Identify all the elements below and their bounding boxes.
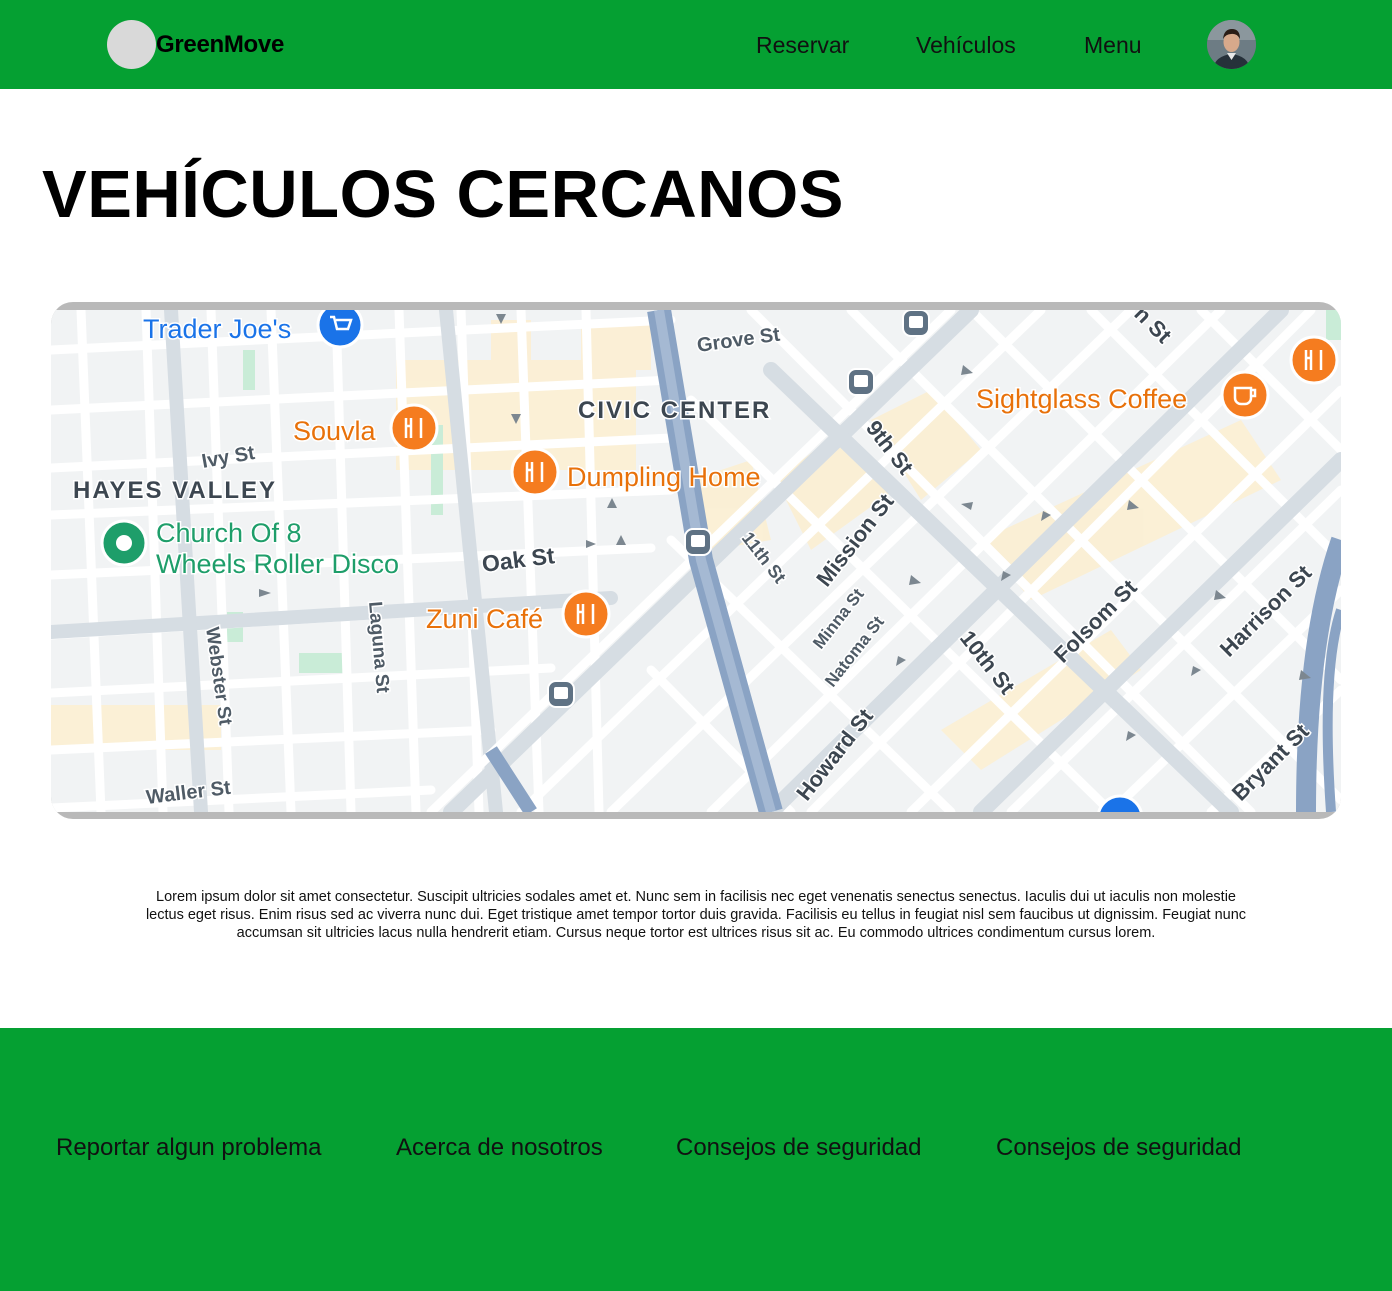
tram-icon[interactable] [902,310,930,337]
poi-label-church-line2: Wheels Roller Disco [156,549,399,579]
description-text: Lorem ipsum dolor sit amet consectetur. … [145,889,1247,941]
poi-label-church-line1: Church Of 8 [156,518,302,548]
poi-trader-joes[interactable]: Trader Joe's [142,310,364,349]
place-pin-icon [116,535,132,551]
footer-link-about-us[interactable]: Acerca de nosotros [396,1132,603,1164]
tram-icon[interactable] [547,680,575,708]
avatar-photo [1207,20,1256,69]
nav-link-vehiculos[interactable]: Vehículos [916,30,1016,60]
map-container[interactable]: Grove St Ivy St Oak St Laguna St Webster… [51,302,1341,819]
poi-label-trader-joes: Trader Joe's [143,314,291,344]
brand-name[interactable]: GreenMove [156,30,284,60]
footer-link-report-problem[interactable]: Reportar algun problema [56,1132,322,1164]
user-avatar[interactable] [1207,20,1256,69]
poi-restaurant-edge[interactable] [1289,335,1339,385]
nav-link-reservar[interactable]: Reservar [756,30,849,60]
page-title: VEHÍCULOS CERCANOS [42,157,844,232]
poi-label-souvla: Souvla [293,416,377,446]
nearby-vehicles-map[interactable]: Grove St Ivy St Oak St Laguna St Webster… [51,310,1341,812]
footer-link-safety-tips[interactable]: Consejos de seguridad [676,1132,922,1164]
district-label-civic-center: CIVIC CENTER [578,397,771,424]
poi-label-dumpling-home: Dumpling Home [567,462,761,492]
district-label-hayes-valley: HAYES VALLEY [73,477,277,504]
poi-label-zuni-cafe: Zuni Café [426,604,543,634]
nav-link-menu[interactable]: Menu [1084,30,1142,60]
footer: Reportar algun problema Acerca de nosotr… [0,1028,1392,1291]
poi-label-sightglass-coffee: Sightglass Coffee [976,384,1187,414]
tram-icon[interactable] [847,368,875,396]
logo-icon[interactable] [107,20,156,69]
footer-link-safety-tips-2[interactable]: Consejos de seguridad [996,1132,1242,1164]
tram-icon[interactable] [684,528,712,556]
top-navbar: GreenMove Reservar Vehículos Menu [0,0,1392,89]
